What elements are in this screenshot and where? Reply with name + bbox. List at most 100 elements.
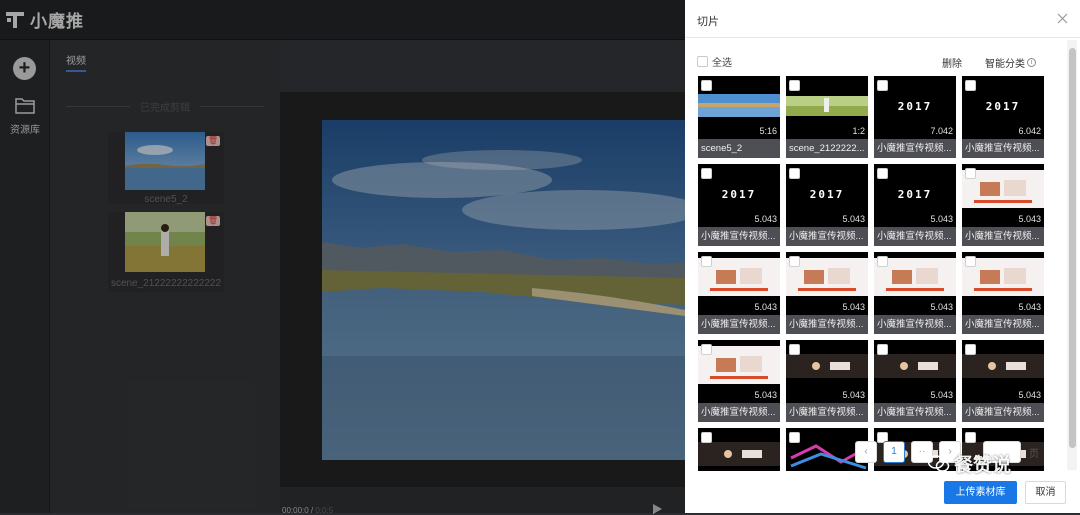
tile-checkbox[interactable] [877,256,888,267]
tile-caption: 小魔推宣传视频... [962,403,1044,422]
slice-tile[interactable]: 5.043 小魔推宣传视频... [874,252,956,334]
tab-video[interactable]: 视频 [66,52,86,72]
slice-tile[interactable]: 2017 5.043 小魔推宣传视频... [786,164,868,246]
tile-caption: 小魔推宣传视频... [786,227,868,246]
tile-checkbox[interactable] [965,256,976,267]
tile-checkbox[interactable] [789,432,800,443]
slice-tile[interactable]: 5.043 小魔推宣传视频... [962,340,1044,422]
tile-caption: 小魔推宣传视频... [698,227,780,246]
preview-video[interactable] [322,120,685,460]
tile-duration: 5.043 [754,302,777,312]
scrollbar-thumb[interactable] [1069,48,1076,448]
slice-drawer: 切片 全选 删除 智能分类 i 5:16 scene5_2 1:2 scene_212… [685,0,1080,513]
slice-tile[interactable]: 5.043 小魔推宣传视频... [874,340,956,422]
tile-duration: 5.043 [754,390,777,400]
tile-duration: 5.043 [842,390,865,400]
slice-grid: 5:16 scene5_2 1:2 scene_2122222... 2017 7.042… [698,76,1050,471]
tile-checkbox[interactable] [701,80,712,91]
time-current: 00:00:0 / [282,506,316,515]
slice-tile[interactable]: 2017 5.043 小魔推宣传视频... [698,164,780,246]
logo-icon [6,11,24,28]
timecode: 00:00:0 / 0:0:5 [282,506,333,515]
slice-tile[interactable]: 2017 6.042 小魔推宣传视频... [962,76,1044,158]
tile-checkbox[interactable] [877,344,888,355]
info-icon: i [1027,58,1036,67]
tile-logo-text: 2017 [809,188,845,201]
upload-to-library-button[interactable]: 上传素材库 [944,481,1017,504]
tile-checkbox[interactable] [701,344,712,355]
tile-duration: 5.043 [754,214,777,224]
tile-checkbox[interactable] [789,256,800,267]
smart-classify-button[interactable]: 智能分类 i [985,55,1036,70]
tile-caption: 小魔推宣传视频... [786,315,868,334]
app-name: 小魔推 [30,12,84,31]
resource-library-button[interactable]: 资源库 [4,96,46,136]
slice-tile[interactable]: 5.043 小魔推宣传视频... [962,252,1044,334]
slice-tile[interactable]: 5.043 小魔推宣传视频... [962,164,1044,246]
slice-tile[interactable]: 2017 5.043 小魔推宣传视频... [874,164,956,246]
drawer-title: 切片 [697,16,719,28]
tile-caption: 小魔推宣传视频... [874,139,956,158]
slice-tile[interactable]: 5:16 scene5_2 [698,76,780,158]
cancel-button[interactable]: 取消 [1025,481,1066,504]
slice-tile[interactable]: 5.043 小魔推宣传视频... [698,340,780,422]
watermark-text: 餐赞说 [954,455,1012,476]
tile-logo-text: 2017 [897,100,933,113]
tile-checkbox[interactable] [701,256,712,267]
checkbox[interactable] [697,56,708,67]
tile-duration: 5.043 [1018,214,1041,224]
clip-name: scene_21222222222222 [110,278,222,289]
slice-tile[interactable]: 2017 7.042 小魔推宣传视频... [874,76,956,158]
clip-thumbnail [125,212,205,272]
time-total: 0:0:5 [315,506,334,515]
drawer-toolbar: 全选 删除 智能分类 i [697,52,1062,70]
slice-tile[interactable]: 5.043 小魔推宣传视频... [698,252,780,334]
select-all-checkbox[interactable]: 全选 [697,54,732,69]
left-rail: + 资源库 [0,40,50,513]
tile-logo-text: 2017 [985,100,1021,113]
play-icon[interactable] [651,503,663,515]
tile-checkbox[interactable] [965,80,976,91]
tile-caption: 小魔推宣传视频... [962,227,1044,246]
slice-tile[interactable]: 5.043 小魔推宣传视频... [786,252,868,334]
watermark: 餐赞说 [928,450,1011,477]
tile-logo-text: 2017 [721,188,757,201]
close-icon[interactable] [1057,13,1068,24]
slice-tile[interactable] [698,428,780,471]
tile-duration: 5.043 [930,302,953,312]
tile-checkbox[interactable] [701,168,712,179]
tile-checkbox[interactable] [701,432,712,443]
tile-checkbox[interactable] [789,344,800,355]
page-button-current[interactable]: 1 [883,441,905,463]
drawer-header: 切片 [685,0,1080,38]
tile-duration: 5.043 [842,214,865,224]
tile-duration: 6.042 [1018,126,1041,136]
delete-clip-icon[interactable]: 🗑 [206,136,220,146]
slice-tile[interactable]: 5.043 小魔推宣传视频... [786,340,868,422]
slice-tile[interactable]: 1:2 scene_2122222... [786,76,868,158]
tile-caption: 小魔推宣传视频... [786,403,868,422]
tile-checkbox[interactable] [965,168,976,179]
tile-duration: 5:16 [759,126,777,136]
delete-clip-icon[interactable]: 🗑 [206,216,220,226]
delete-button[interactable]: 删除 [942,55,962,70]
add-icon[interactable]: + [13,57,36,80]
clip-card[interactable]: 🗑 scene_21222222222222 [108,212,224,292]
tile-caption: 小魔推宣传视频... [874,403,956,422]
folder-icon [15,98,35,114]
tile-checkbox[interactable] [965,344,976,355]
clip-thumbnail [125,132,205,190]
clips-panel: 视频 已完成剪辑 🗑 scene5_2 🗑 scene_212222222222… [50,40,280,513]
tile-checkbox[interactable] [877,80,888,91]
clip-card[interactable]: 🗑 scene5_2 [108,132,224,205]
tile-checkbox[interactable] [877,168,888,179]
section-label: 已完成剪辑 [140,102,190,114]
prev-page-button[interactable]: ‹ [855,441,877,463]
tile-caption: 小魔推宣传视频... [698,403,780,422]
tile-caption: scene_2122222... [786,139,868,158]
tile-checkbox[interactable] [789,168,800,179]
clip-name: scene5_2 [144,194,188,205]
tile-checkbox[interactable] [789,80,800,91]
app-logo: 小魔推 [6,7,84,32]
tile-caption: 小魔推宣传视频... [698,315,780,334]
